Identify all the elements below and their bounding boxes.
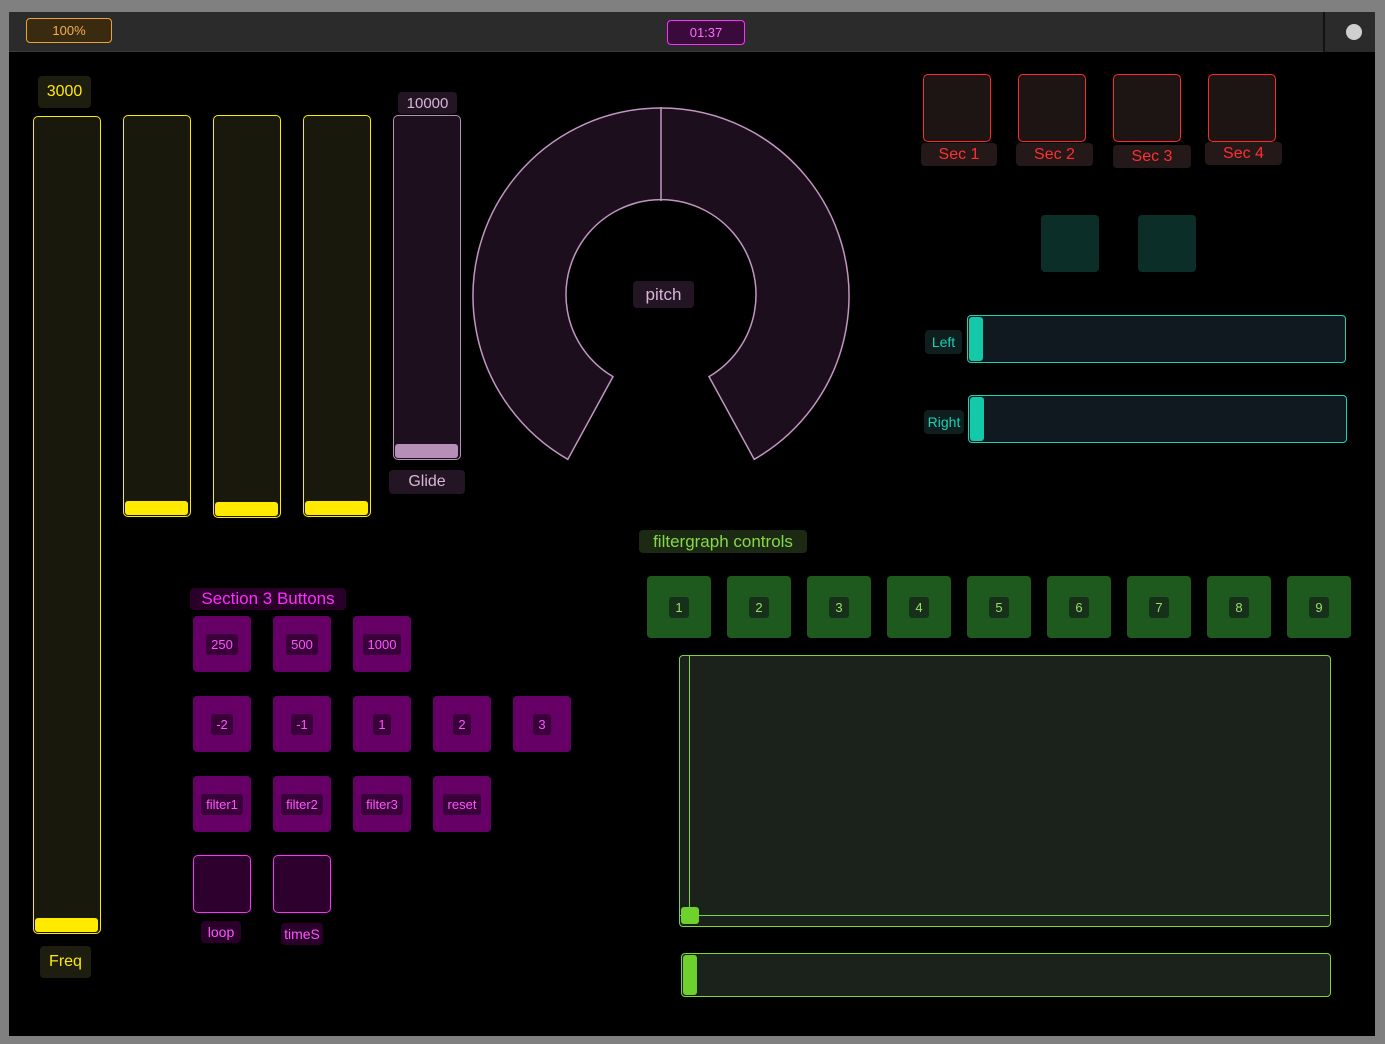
times-toggle[interactable]	[273, 855, 331, 913]
button-label: 5	[989, 596, 1009, 618]
filter2-button[interactable]: filter2	[273, 776, 331, 832]
filtergraph-button-7[interactable]: 7	[1127, 576, 1191, 638]
sec2-button[interactable]	[1018, 74, 1086, 142]
filtergraph-button-9[interactable]: 9	[1287, 576, 1351, 638]
filter3-button[interactable]: filter3	[353, 776, 411, 832]
button-label: 3	[533, 713, 551, 735]
freq-fader[interactable]	[33, 116, 101, 934]
button-label: 2	[453, 713, 471, 735]
sec1-label: Sec 1	[921, 143, 997, 166]
fader-handle[interactable]	[215, 502, 278, 516]
button-250[interactable]: 250	[193, 616, 251, 672]
button-label: 500	[286, 633, 318, 655]
sec3-label: Sec 3	[1113, 145, 1191, 168]
filter1-button[interactable]: filter1	[193, 776, 251, 832]
button-label: -1	[291, 713, 313, 735]
pitch-label: pitch	[633, 281, 694, 308]
button-label: filter1	[201, 793, 243, 815]
button-label: 250	[206, 633, 238, 655]
filtergraph-button-1[interactable]: 1	[647, 576, 711, 638]
left-slider[interactable]	[967, 315, 1346, 363]
filtergraph-slider-handle[interactable]	[683, 955, 697, 995]
filtergraph-button-2[interactable]: 2	[727, 576, 791, 638]
left-slider-handle[interactable]	[969, 317, 983, 361]
yellow-fader-3[interactable]	[213, 115, 281, 518]
button-label: filter2	[281, 793, 323, 815]
section3-title: Section 3 Buttons	[190, 588, 346, 610]
freq-value-label: 3000	[38, 76, 91, 108]
teal-button-1[interactable]	[1041, 215, 1099, 272]
filtergraph-title: filtergraph controls	[639, 530, 807, 553]
button-label: 1	[669, 596, 689, 618]
timer-display: 01:37	[667, 20, 745, 45]
glide-fader-handle[interactable]	[395, 444, 458, 458]
button-minus1[interactable]: -1	[273, 696, 331, 752]
filtergraph-xy-pad[interactable]	[679, 655, 1331, 927]
sec3-button[interactable]	[1113, 74, 1181, 142]
record-indicator-icon[interactable]	[1346, 24, 1362, 40]
button-label: 7	[1149, 596, 1169, 618]
button-label: 1000	[362, 633, 402, 655]
filtergraph-button-4[interactable]: 4	[887, 576, 951, 638]
glide-value-label: 10000	[398, 92, 457, 114]
right-slider-label: Right	[924, 410, 964, 434]
xy-pad-handle[interactable]	[681, 907, 699, 924]
filtergraph-button-8[interactable]: 8	[1207, 576, 1271, 638]
sec4-label: Sec 4	[1205, 142, 1282, 165]
button-label: 2	[749, 596, 769, 618]
button-minus2[interactable]: -2	[193, 696, 251, 752]
teal-button-2[interactable]	[1138, 215, 1196, 272]
filtergraph-button-5[interactable]: 5	[967, 576, 1031, 638]
button-label: 8	[1229, 596, 1249, 618]
times-label: timeS	[281, 923, 323, 945]
filtergraph-button-6[interactable]: 6	[1047, 576, 1111, 638]
zoom-level-button[interactable]: 100%	[26, 18, 112, 43]
loop-toggle[interactable]	[193, 855, 251, 913]
button-label: 4	[909, 596, 929, 618]
filtergraph-slider[interactable]	[681, 953, 1331, 997]
sec2-label: Sec 2	[1016, 143, 1093, 166]
sec1-button[interactable]	[923, 74, 991, 142]
button-label: 1	[373, 713, 391, 735]
button-label: reset	[442, 793, 482, 815]
button-1[interactable]: 1	[353, 696, 411, 752]
button-label: -2	[211, 713, 233, 735]
freq-fader-handle[interactable]	[35, 918, 98, 932]
yellow-fader-2[interactable]	[123, 115, 191, 517]
button-3[interactable]: 3	[513, 696, 571, 752]
yellow-fader-4[interactable]	[303, 115, 371, 517]
button-500[interactable]: 500	[273, 616, 331, 672]
filtergraph-button-3[interactable]: 3	[807, 576, 871, 638]
reset-button[interactable]: reset	[433, 776, 491, 832]
fader-handle[interactable]	[125, 501, 188, 515]
button-2[interactable]: 2	[433, 696, 491, 752]
freq-label: Freq	[40, 946, 91, 978]
top-toolbar	[9, 12, 1323, 52]
button-label: 6	[1069, 596, 1089, 618]
button-1000[interactable]: 1000	[353, 616, 411, 672]
xy-pad-vertical-line	[689, 656, 690, 915]
glide-label: Glide	[389, 470, 465, 494]
xy-pad-horizontal-line	[680, 915, 1329, 916]
fader-handle[interactable]	[305, 501, 368, 515]
loop-label: loop	[201, 921, 241, 943]
left-slider-label: Left	[925, 330, 962, 354]
button-label: filter3	[361, 793, 403, 815]
button-label: 3	[829, 596, 849, 618]
right-slider-handle[interactable]	[970, 397, 984, 441]
glide-fader[interactable]	[393, 115, 461, 460]
button-label: 9	[1309, 596, 1329, 618]
right-slider[interactable]	[968, 395, 1347, 443]
sec4-button[interactable]	[1208, 74, 1276, 142]
